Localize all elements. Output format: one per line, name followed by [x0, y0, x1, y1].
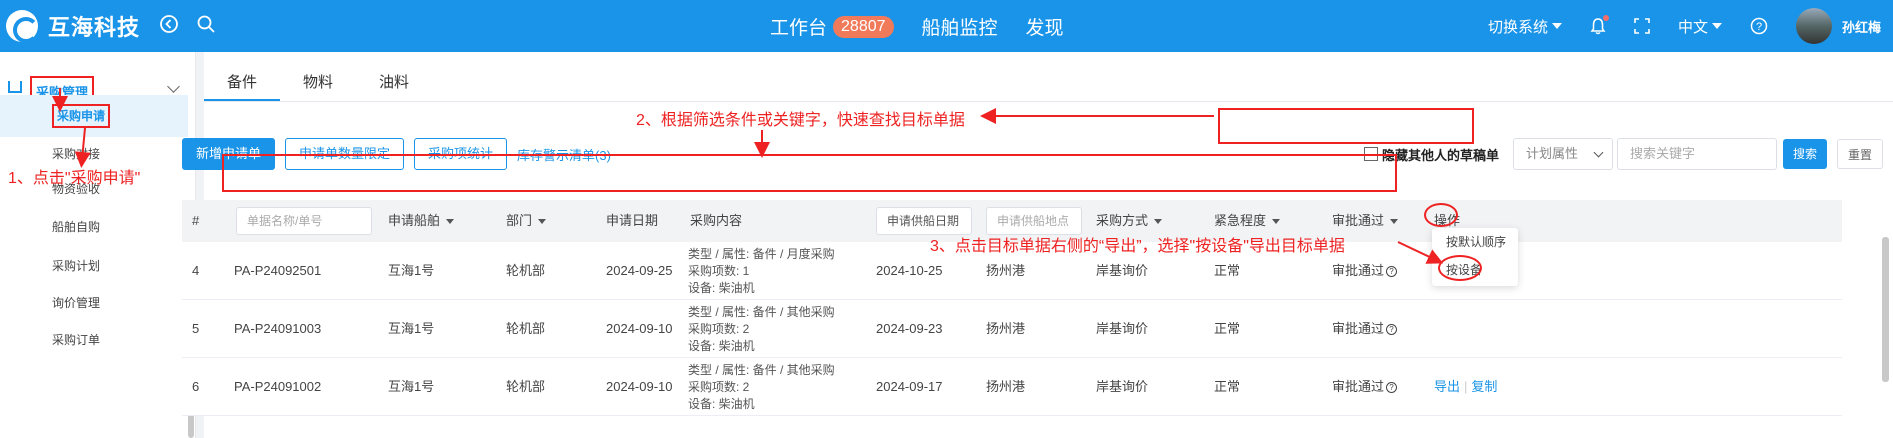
step3-annotation: 3、点击目标单据右侧的“导出”，选择"按设备"导出目标单据	[930, 238, 1345, 255]
step2-annotation: 2、根据筛选条件或关键字，快速查找目标单据	[636, 112, 965, 129]
step1-annotation: 1、点击"采购申请"	[8, 170, 141, 187]
annotation-arrows	[52, 88, 1444, 264]
